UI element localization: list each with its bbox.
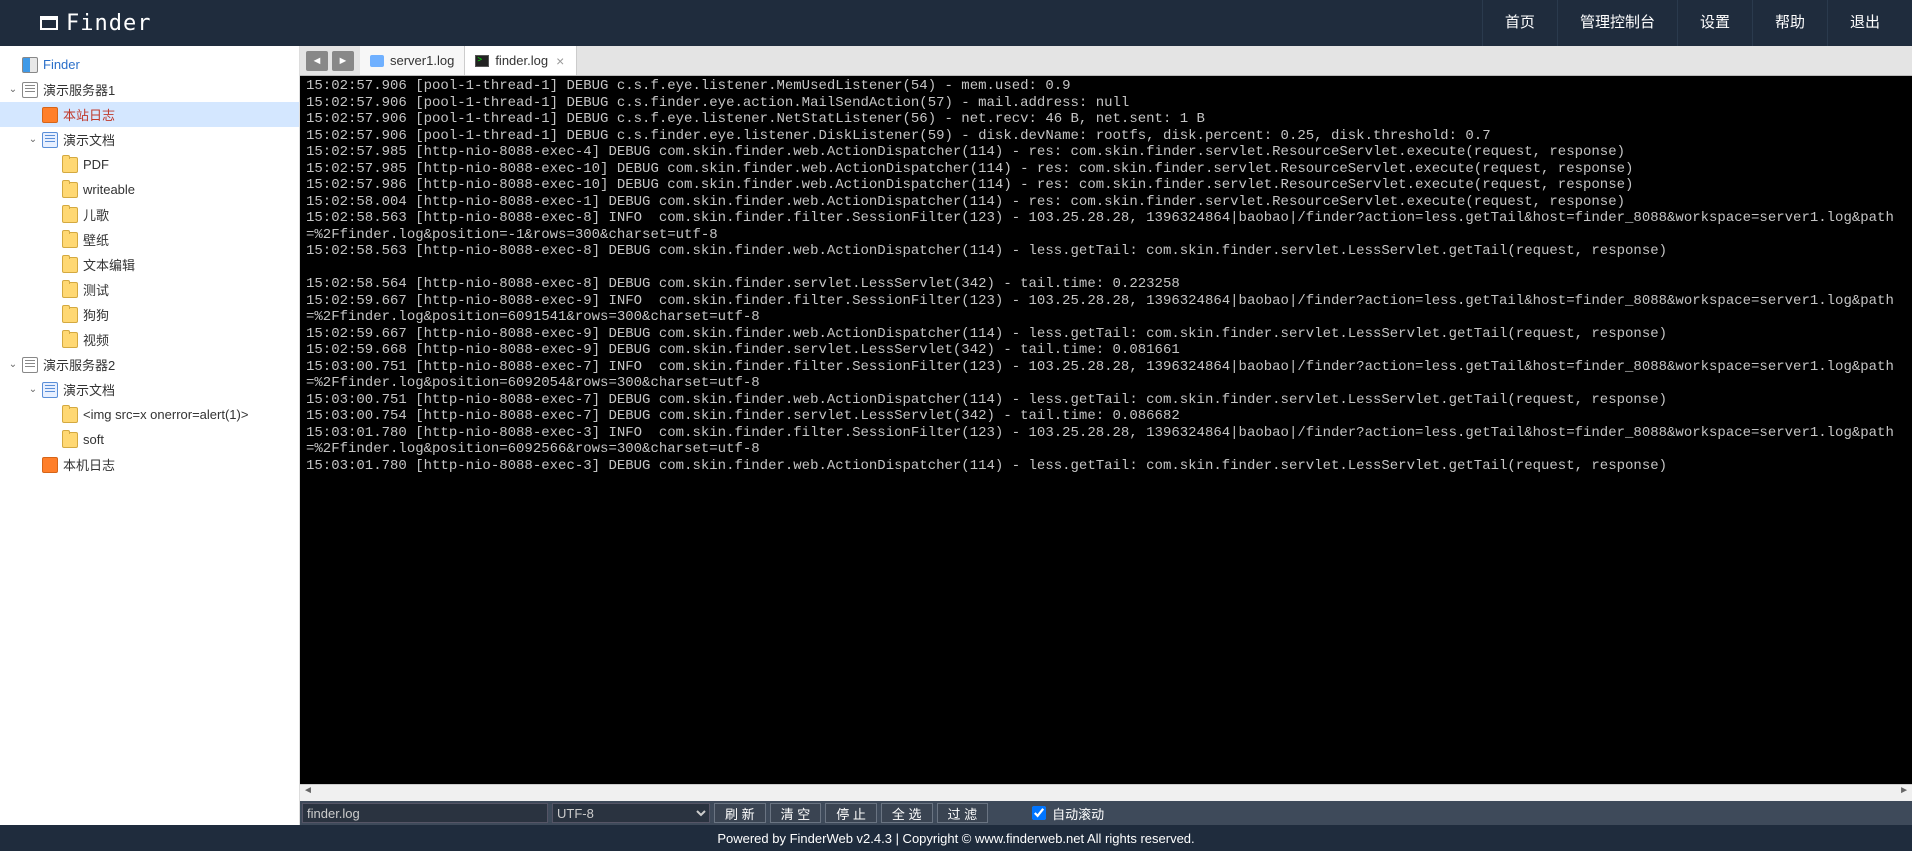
nav-back-button[interactable]: ◄ <box>306 51 328 71</box>
tab-bar: ◄ ► server1.log finder.log × <box>300 46 1912 76</box>
folder-icon <box>62 282 78 298</box>
tree-node-label: 测试 <box>83 280 109 299</box>
page-icon <box>22 357 38 373</box>
nav-item-3[interactable]: 帮助 <box>1752 0 1827 46</box>
tree-node-label: 儿歌 <box>83 205 109 224</box>
folder-icon <box>62 182 78 198</box>
autoscroll-input[interactable] <box>1032 806 1046 820</box>
tree-node-3[interactable]: ⌄ 演示文档 <box>0 127 299 152</box>
tab-close-icon[interactable]: × <box>554 53 566 69</box>
brand-text: Finder <box>66 11 151 36</box>
tree-node-9[interactable]: ⌄测试 <box>0 277 299 302</box>
main-panel: ◄ ► server1.log finder.log × 15:02:57.906 … <box>300 46 1912 825</box>
autoscroll-label: 自动滚动 <box>1052 804 1104 823</box>
tree-node-label: <img src=x onerror=alert(1)> <box>83 407 248 422</box>
log-icon <box>42 457 58 473</box>
footer: Powered by FinderWeb v2.4.3 | Copyright … <box>0 825 1912 851</box>
tab-1[interactable]: finder.log × <box>465 46 577 75</box>
tree-node-label: PDF <box>83 157 109 172</box>
folder-icon <box>62 257 78 273</box>
nav-item-2[interactable]: 设置 <box>1677 0 1752 46</box>
console-toolbar: UTF-8 刷 新清 空停 止全 选过 滤 自动滚动 <box>300 801 1912 825</box>
tree-node-label: Finder <box>43 57 80 72</box>
horizontal-scrollbar[interactable] <box>300 784 1912 801</box>
tree-node-10[interactable]: ⌄狗狗 <box>0 302 299 327</box>
folder-icon <box>62 407 78 423</box>
logo-icon <box>40 16 58 30</box>
nav-item-1[interactable]: 管理控制台 <box>1557 0 1677 46</box>
tree-node-16[interactable]: ⌄本机日志 <box>0 452 299 477</box>
tree-node-15[interactable]: ⌄soft <box>0 427 299 452</box>
tree-toggle-icon[interactable]: ⌄ <box>26 384 40 395</box>
tree-node-0[interactable]: ⌄Finder <box>0 52 299 77</box>
nav-item-4[interactable]: 退出 <box>1827 0 1902 46</box>
header: Finder 首页管理控制台设置帮助退出 <box>0 0 1912 46</box>
doc-icon <box>42 382 58 398</box>
toolbar-button-1[interactable]: 清 空 <box>770 803 822 823</box>
nav-forward-button[interactable]: ► <box>332 51 354 71</box>
tab-label: server1.log <box>390 53 454 68</box>
toolbar-button-4[interactable]: 过 滤 <box>937 803 989 823</box>
filename-input[interactable] <box>302 803 548 823</box>
tab-0[interactable]: server1.log <box>360 46 465 75</box>
folder-icon <box>62 432 78 448</box>
terminal-icon <box>475 55 489 67</box>
tree-node-label: 视频 <box>83 330 109 349</box>
finder-icon <box>22 57 38 73</box>
footer-text: Powered by FinderWeb v2.4.3 | Copyright … <box>717 831 1194 846</box>
tree-node-label: 本站日志 <box>63 105 115 124</box>
toolbar-button-0[interactable]: 刷 新 <box>714 803 766 823</box>
tree-node-label: 狗狗 <box>83 305 109 324</box>
logo[interactable]: Finder <box>40 11 151 36</box>
tree-node-11[interactable]: ⌄视频 <box>0 327 299 352</box>
tree-node-label: 文本编辑 <box>83 255 135 274</box>
tree-node-label: 演示文档 <box>63 380 115 399</box>
folder-icon <box>62 307 78 323</box>
folder-icon <box>62 332 78 348</box>
tree-node-5[interactable]: ⌄writeable <box>0 177 299 202</box>
tab-nav-arrows: ◄ ► <box>300 46 360 75</box>
doc-icon <box>42 132 58 148</box>
tree-node-label: soft <box>83 432 104 447</box>
tree-toggle-icon[interactable]: ⌄ <box>6 359 20 370</box>
charset-select[interactable]: UTF-8 <box>552 803 710 823</box>
tree-node-7[interactable]: ⌄壁纸 <box>0 227 299 252</box>
toolbar-button-2[interactable]: 停 止 <box>825 803 877 823</box>
autoscroll-checkbox[interactable]: 自动滚动 <box>1032 804 1104 823</box>
sidebar-tree[interactable]: ⌄Finder⌄演示服务器1⌄本站日志⌄演示文档⌄PDF⌄writeable⌄儿… <box>0 46 300 825</box>
folder-icon <box>62 207 78 223</box>
tree-node-6[interactable]: ⌄儿歌 <box>0 202 299 227</box>
tree-toggle-icon[interactable]: ⌄ <box>6 84 20 95</box>
tree-node-13[interactable]: ⌄ 演示文档 <box>0 377 299 402</box>
tree-node-14[interactable]: ⌄<img src=x onerror=alert(1)> <box>0 402 299 427</box>
tree-node-label: writeable <box>83 182 135 197</box>
folder-icon <box>370 55 384 67</box>
nav-item-0[interactable]: 首页 <box>1482 0 1557 46</box>
tree-node-label: 演示服务器2 <box>43 355 115 374</box>
tree-node-label: 壁纸 <box>83 230 109 249</box>
tab-label: finder.log <box>495 53 548 68</box>
folder-icon <box>62 157 78 173</box>
tree-node-12[interactable]: ⌄ 演示服务器2 <box>0 352 299 377</box>
page-icon <box>22 82 38 98</box>
log-icon <box>42 107 58 123</box>
toolbar-button-3[interactable]: 全 选 <box>881 803 933 823</box>
tree-node-2[interactable]: ⌄本站日志 <box>0 102 299 127</box>
tree-node-4[interactable]: ⌄PDF <box>0 152 299 177</box>
log-console[interactable]: 15:02:57.906 [pool-1-thread-1] DEBUG c.s… <box>300 76 1912 784</box>
tree-node-label: 演示文档 <box>63 130 115 149</box>
top-nav: 首页管理控制台设置帮助退出 <box>1482 0 1902 46</box>
tree-node-label: 演示服务器1 <box>43 80 115 99</box>
tree-node-8[interactable]: ⌄文本编辑 <box>0 252 299 277</box>
tree-toggle-icon[interactable]: ⌄ <box>26 134 40 145</box>
folder-icon <box>62 232 78 248</box>
tree-node-label: 本机日志 <box>63 455 115 474</box>
tree-node-1[interactable]: ⌄ 演示服务器1 <box>0 77 299 102</box>
